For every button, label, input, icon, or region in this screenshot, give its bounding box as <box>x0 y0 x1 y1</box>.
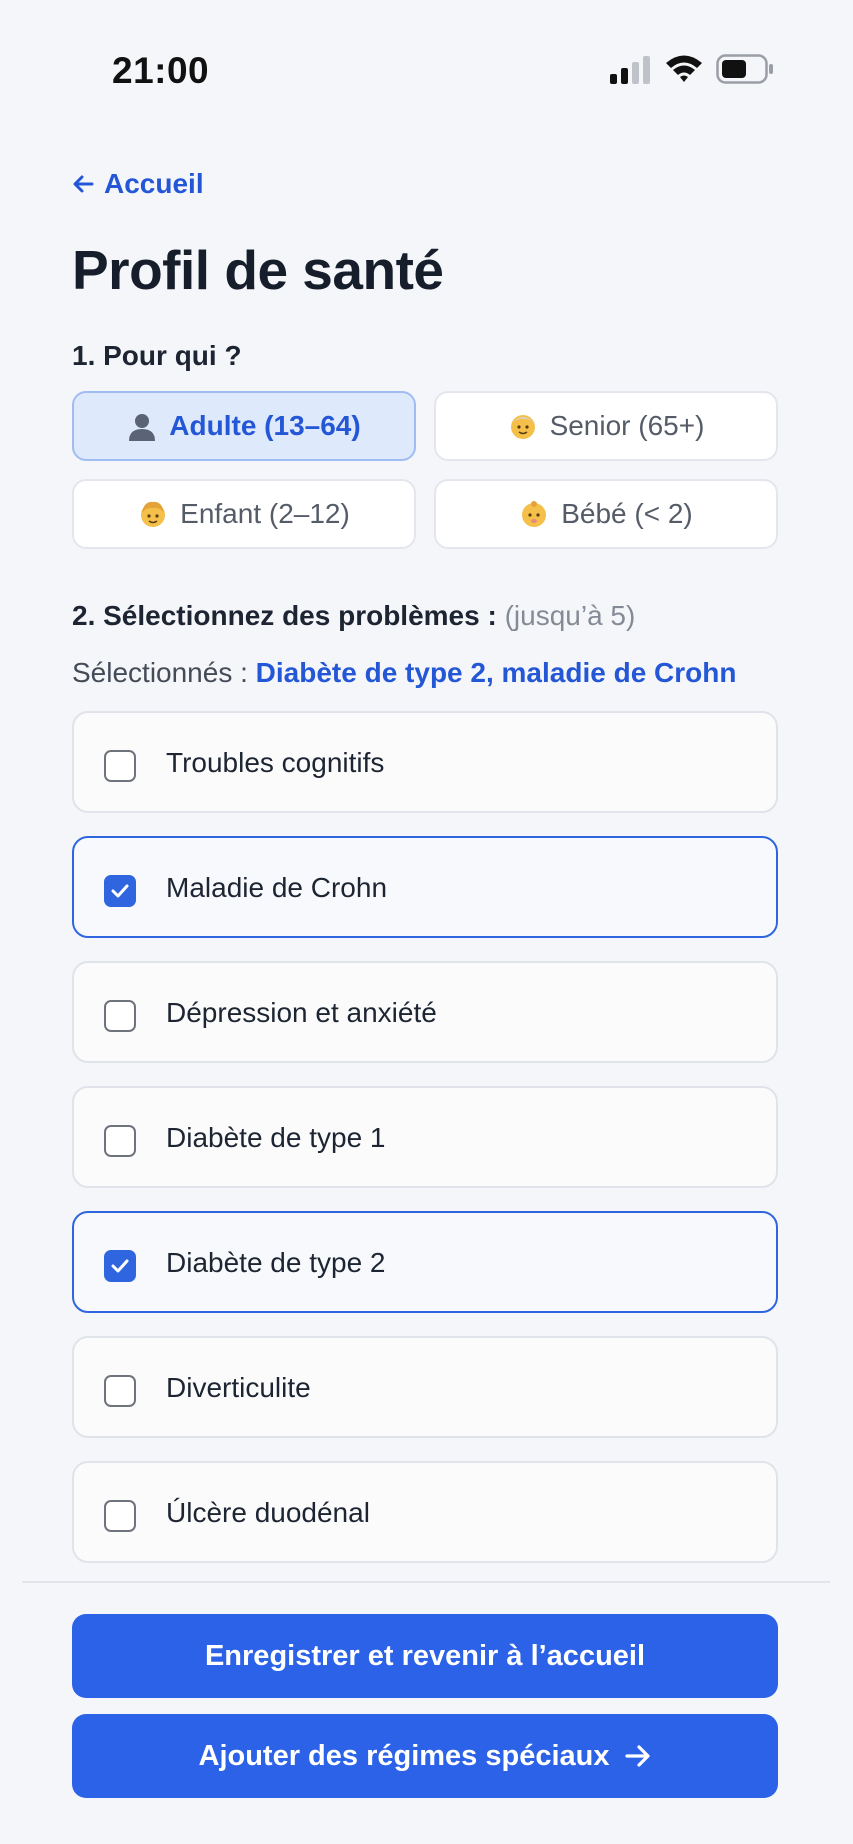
checkbox-checked[interactable] <box>104 1250 136 1282</box>
age-option-label: Adulte (13–64) <box>169 410 361 441</box>
problems-limit-hint: (jusqu’à 5) <box>504 600 636 631</box>
back-to-home-link[interactable]: Accueil <box>72 168 204 200</box>
condition-option-diabetes-2[interactable]: Diabète de type 2 <box>72 1211 778 1313</box>
condition-option-crohn[interactable]: Maladie de Crohn <box>72 836 778 938</box>
condition-option-diabetes-1[interactable]: Diabète de type 1 <box>72 1086 778 1188</box>
page-title: Profil de santé <box>72 239 444 301</box>
checkbox-unchecked[interactable] <box>104 1375 136 1407</box>
child-icon <box>141 501 166 527</box>
condition-option-duodenal-ulcer[interactable]: Úlcère duodénal <box>72 1461 778 1563</box>
who-heading: 1. Pour qui ? <box>72 340 242 371</box>
condition-option-depression[interactable]: Dépression et anxiété <box>72 961 778 1063</box>
save-button-label: Enregistrer et revenir à l’accueil <box>204 1639 646 1672</box>
condition-label: Diabète de type 1 <box>166 1122 386 1153</box>
status-bar: 21:00 <box>0 0 853 140</box>
wifi-icon <box>666 55 702 82</box>
age-option-label: Enfant (2–12) <box>180 498 350 529</box>
condition-label: Dépression et anxiété <box>166 997 437 1028</box>
selected-prefix: Sélectionnés : <box>72 657 248 688</box>
back-link-label: Accueil <box>104 168 204 199</box>
save-and-return-button[interactable]: Enregistrer et revenir à l’accueil <box>72 1614 778 1698</box>
condition-label: Troubles cognitifs <box>166 747 385 778</box>
arrow-left-icon <box>73 175 94 193</box>
checkbox-unchecked[interactable] <box>104 750 136 782</box>
condition-label: Diverticulite <box>166 1372 311 1403</box>
checkbox-checked[interactable] <box>104 875 136 907</box>
footer-divider <box>22 1581 830 1583</box>
add-special-diets-button[interactable]: Ajouter des régimes spéciaux <box>72 1714 778 1798</box>
condition-label: Diabète de type 2 <box>166 1247 386 1278</box>
condition-label: Maladie de Crohn <box>166 872 388 903</box>
checkbox-unchecked[interactable] <box>104 1125 136 1157</box>
age-option-label: Bébé (< 2) <box>561 498 693 529</box>
battery-icon <box>716 54 773 84</box>
condition-label: Úlcère duodénal <box>166 1497 370 1528</box>
age-option-adult[interactable]: Adulte (13–64) <box>72 391 416 461</box>
problems-heading-text: 2. Sélectionnez des problèmes : <box>72 600 497 631</box>
arrow-right-icon <box>624 1745 650 1767</box>
senior-icon <box>510 415 535 439</box>
checkbox-unchecked[interactable] <box>104 1000 136 1032</box>
condition-option-cognitive[interactable]: Troubles cognitifs <box>72 711 778 813</box>
adult-icon <box>129 414 156 441</box>
selected-value: Diabète de type 2, maladie de Crohn <box>255 657 737 688</box>
selected-summary: Sélectionnés : Diabète de type 2, maladi… <box>72 657 736 689</box>
checkmark-icon <box>111 884 129 898</box>
health-profile-screen: 21:00 Accueil Profil de santé 1. Pour qu… <box>0 0 853 1844</box>
checkbox-unchecked[interactable] <box>104 1500 136 1532</box>
problems-heading: 2. Sélectionnez des problèmes : (jusqu’à… <box>72 600 635 632</box>
baby-icon <box>522 501 547 527</box>
age-option-senior[interactable]: Senior (65+) <box>434 391 778 461</box>
age-option-label: Senior (65+) <box>549 410 705 441</box>
checkmark-icon <box>111 1259 129 1273</box>
age-option-baby[interactable]: Bébé (< 2) <box>434 479 778 549</box>
status-time: 21:00 <box>112 50 210 91</box>
condition-option-diverticulitis[interactable]: Diverticulite <box>72 1336 778 1438</box>
age-option-child[interactable]: Enfant (2–12) <box>72 479 416 549</box>
cellular-signal-icon <box>610 56 650 84</box>
next-button-label: Ajouter des régimes spéciaux <box>198 1739 610 1772</box>
